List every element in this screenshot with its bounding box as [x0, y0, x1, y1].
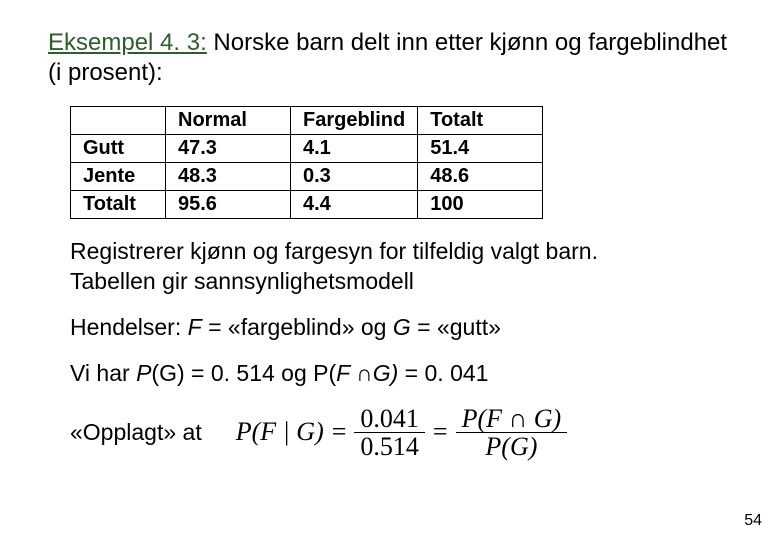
paragraph-1: Registrerer kjønn og fargesyn for tilfel…	[70, 237, 732, 297]
vihar-PFnG-l: P(	[313, 360, 336, 386]
frac-symbolic: P(F ∩ G) P(G)	[456, 405, 568, 461]
hendelser-lead: Hendelser:	[70, 314, 188, 340]
den2: P(G)	[479, 433, 543, 460]
cell: 0.3	[291, 163, 418, 191]
vihar-cap: ∩	[356, 360, 373, 386]
formula-eq1: =	[328, 417, 351, 447]
table-row: Jente 48.3 0.3 48.6	[71, 163, 543, 191]
cell: 47.3	[166, 135, 291, 163]
vihar-eqpg: = 0. 514	[185, 360, 275, 386]
slide-title: Eksempel 4. 3: Norske barn delt inn ette…	[48, 28, 732, 88]
page-number: 54	[744, 512, 762, 530]
formula-lhs: P(F | G)	[232, 417, 328, 447]
opplagt-label: «Opplagt» at	[70, 419, 202, 446]
cell: 4.1	[291, 135, 418, 163]
hendelser-eq2: = «gutt»	[411, 314, 501, 340]
p1-line1: Registrerer kjønn og fargesyn for tilfel…	[70, 238, 598, 264]
formula-eq2: =	[429, 417, 452, 447]
table-row: Totalt 95.6 4.4 100	[71, 191, 543, 219]
cell: 4.4	[291, 191, 418, 219]
hendelser-line: Hendelser: F = «fargeblind» og G = «gutt…	[70, 313, 732, 343]
cell: 100	[418, 191, 543, 219]
var-F: F	[188, 314, 202, 340]
vihar-P: P	[136, 360, 151, 386]
row-jente: Jente	[71, 163, 166, 191]
cell: 51.4	[418, 135, 543, 163]
vihar-mid: og	[275, 360, 313, 386]
data-table: Normal Fargeblind Totalt Gutt 47.3 4.1 5…	[70, 106, 732, 219]
row-totalt: Totalt	[71, 191, 166, 219]
vihar-G: G)	[373, 360, 399, 386]
table-row: Gutt 47.3 4.1 51.4	[71, 135, 543, 163]
col-empty	[71, 107, 166, 135]
example-label: Eksempel 4. 3:	[48, 29, 207, 56]
col-normal: Normal	[166, 107, 291, 135]
vihar-F: F	[336, 360, 356, 386]
hendelser-eq1: = «fargeblind» og	[202, 314, 393, 340]
formula-row: «Opplagt» at P(F | G) = 0.041 0.514 = P(…	[70, 405, 732, 461]
num2: P(F ∩ G)	[456, 405, 568, 432]
cell: 48.3	[166, 163, 291, 191]
row-gutt: Gutt	[71, 135, 166, 163]
den1: 0.514	[354, 433, 425, 460]
formula: P(F | G) = 0.041 0.514 = P(F ∩ G) P(G)	[232, 405, 572, 461]
col-fargeblind: Fargeblind	[291, 107, 418, 135]
vihar-line: Vi har P(G) = 0. 514 og P(F ∩G) = 0. 041	[70, 359, 732, 389]
vihar-eqpfng: = 0. 041	[398, 360, 488, 386]
cell: 48.6	[418, 163, 543, 191]
vihar-PGarg: (G)	[151, 360, 184, 386]
var-G: G	[393, 314, 411, 340]
frac-numeric: 0.041 0.514	[354, 405, 425, 461]
vihar-lead: Vi har	[70, 360, 136, 386]
p1-line2: Tabellen gir sannsynlighetsmodell	[70, 268, 414, 294]
num1: 0.041	[354, 405, 425, 432]
col-totalt: Totalt	[418, 107, 543, 135]
cell: 95.6	[166, 191, 291, 219]
